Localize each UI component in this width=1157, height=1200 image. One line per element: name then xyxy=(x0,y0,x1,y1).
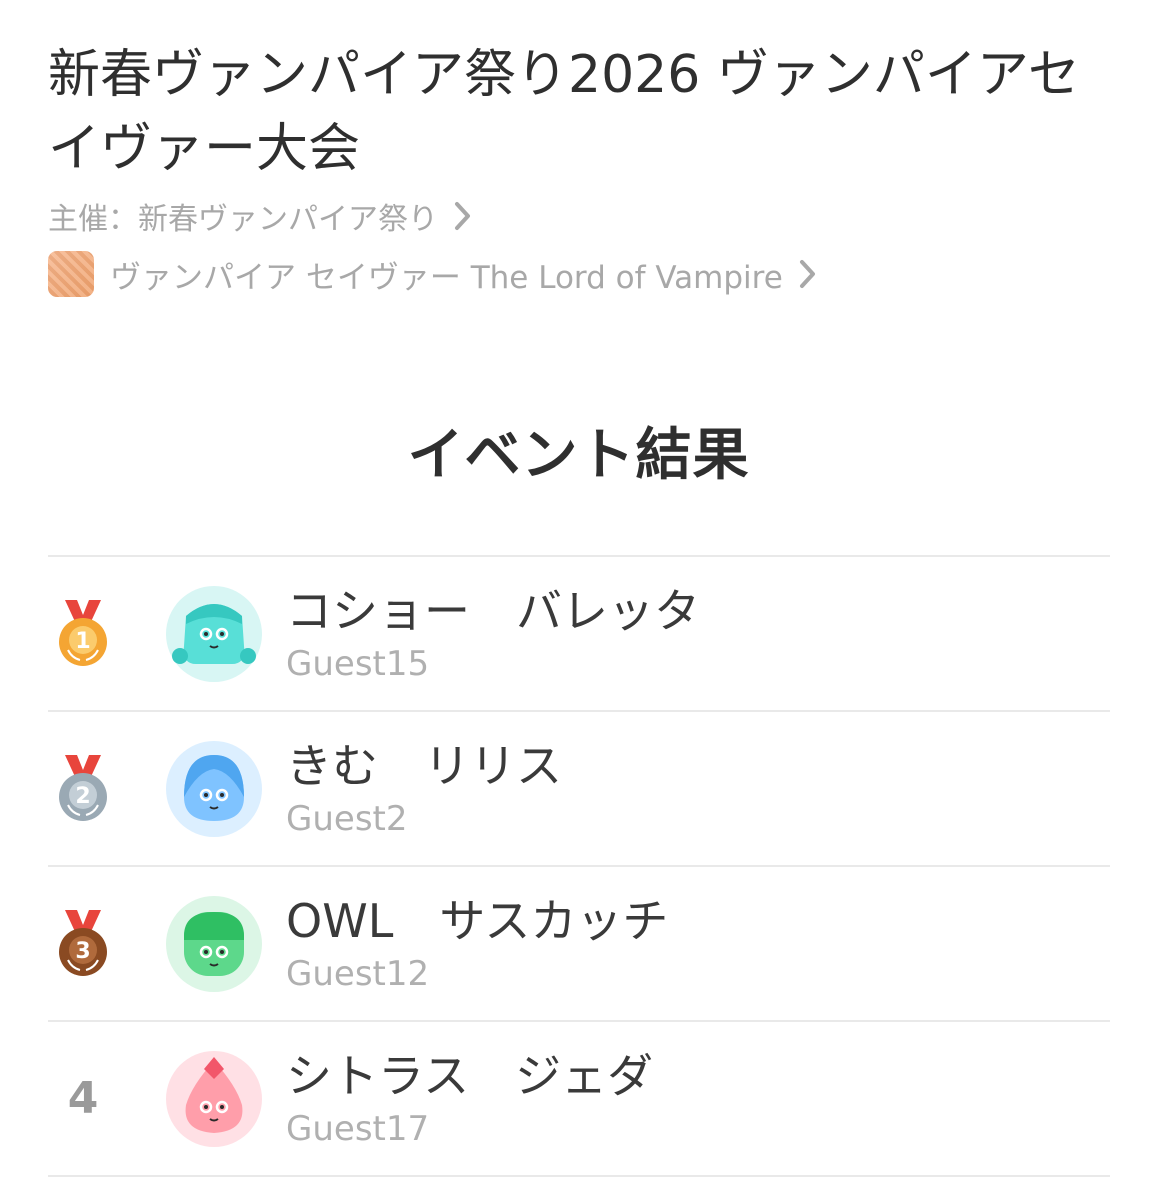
rank-cell: 4 xyxy=(48,1073,118,1124)
medal-rank-number: 3 xyxy=(75,939,90,964)
chevron-right-icon xyxy=(454,201,472,231)
results-heading: イベント結果 xyxy=(407,423,750,488)
silver-medal-icon: 2 xyxy=(59,754,107,821)
blue-avatar-icon xyxy=(166,740,262,837)
gold-medal-icon: 1 xyxy=(59,599,107,666)
result-row[interactable]: 3 OWL サスカッチ Guest12 xyxy=(48,865,1110,1020)
result-row[interactable]: 1 コショー バレッタ Guest15 xyxy=(48,555,1110,710)
result-row[interactable]: 4 シトラス ジェダ Guest17 xyxy=(48,1020,1110,1177)
game-thumbnail-icon xyxy=(48,251,94,297)
medal-rank-number: 1 xyxy=(75,629,90,654)
player-nickname: コショー バレッタ xyxy=(286,583,700,638)
chevron-right-icon xyxy=(799,259,817,289)
player-nickname: OWL サスカッチ xyxy=(286,893,669,948)
rank-number: 4 xyxy=(67,1073,99,1124)
rank-cell: 2 xyxy=(48,753,118,825)
result-row[interactable]: 2 きむ リリス Guest2 xyxy=(48,710,1110,865)
player-guest-id: Guest12 xyxy=(286,953,430,994)
game-link[interactable]: ヴァンパイア セイヴァー The Lord of Vampire xyxy=(48,248,817,300)
player-guest-id: Guest2 xyxy=(286,798,408,839)
organizer-link[interactable]: 主催：新春ヴァンパイア祭り xyxy=(48,196,472,237)
player-nickname: シトラス ジェダ xyxy=(286,1048,654,1103)
cyan-avatar-icon xyxy=(166,585,262,682)
rank-cell: 1 xyxy=(48,598,118,670)
rank-cell: 3 xyxy=(48,908,118,980)
player-guest-id: Guest15 xyxy=(286,643,430,684)
game-label: ヴァンパイア セイヴァー The Lord of Vampire xyxy=(110,259,783,296)
player-nickname: きむ リリス xyxy=(286,738,562,793)
green-avatar-icon xyxy=(166,895,262,992)
event-title: 新春ヴァンパイア祭り2026 ヴァンパイアセイヴァー大会 xyxy=(48,45,1080,179)
player-guest-id: Guest17 xyxy=(286,1108,430,1149)
medal-rank-number: 2 xyxy=(75,784,90,809)
bronze-medal-icon: 3 xyxy=(59,909,107,976)
organizer-label: 主催：新春ヴァンパイア祭り xyxy=(48,202,438,237)
pink-avatar-icon xyxy=(166,1050,262,1147)
results-list: 1 コショー バレッタ Guest15 2 きむ リリス Guest2 3 OW… xyxy=(48,555,1110,1177)
